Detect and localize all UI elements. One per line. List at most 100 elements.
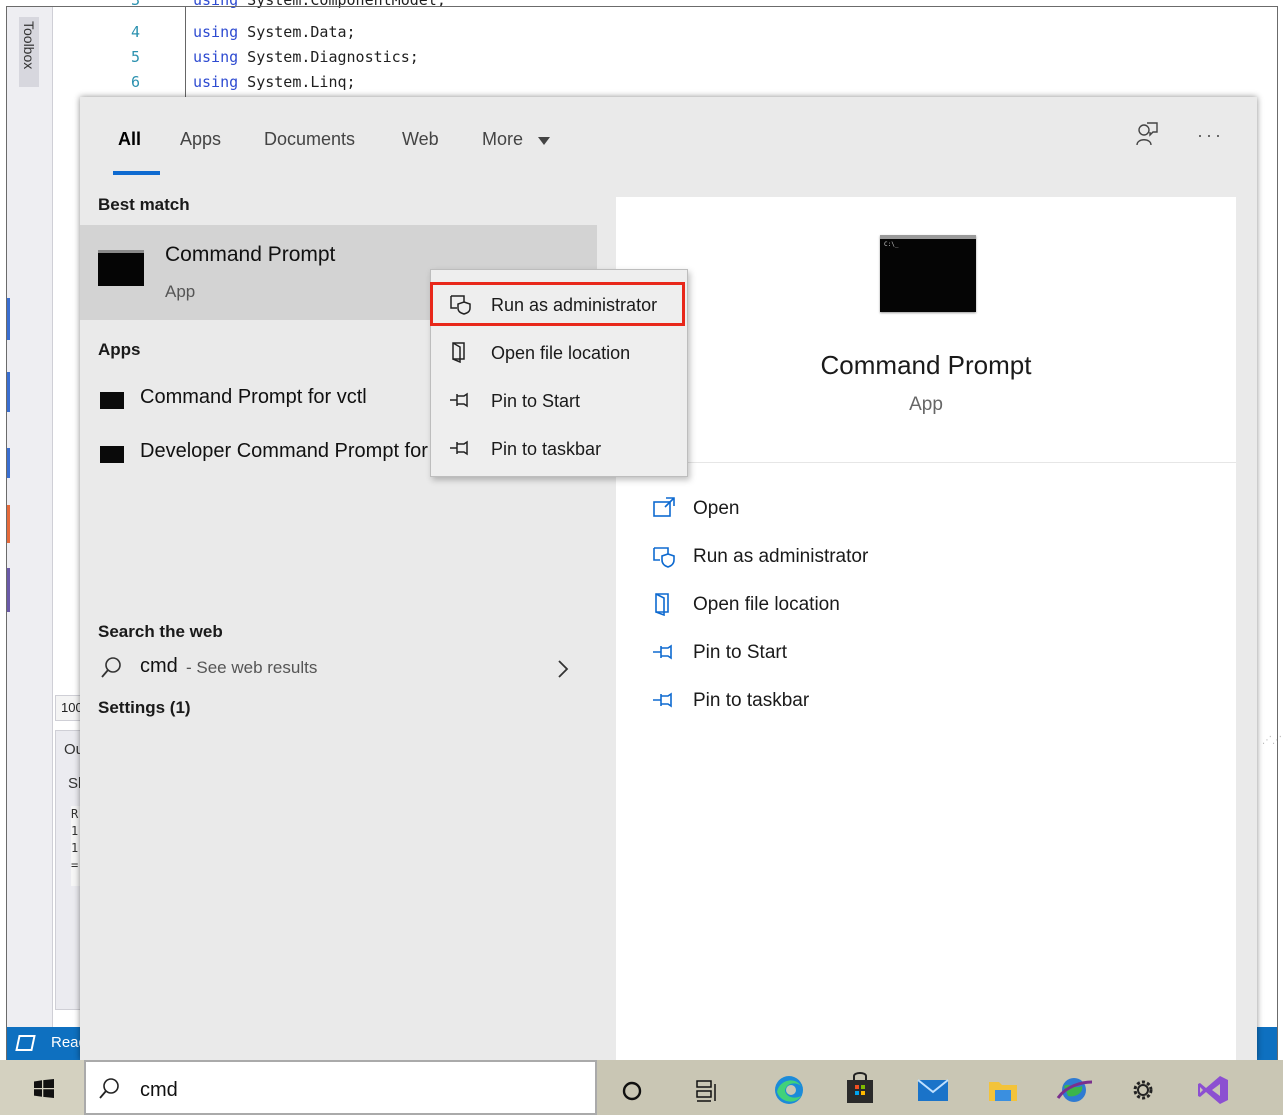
prompt-glyph: C:\_ <box>884 241 899 248</box>
command-prompt-icon: C:\_ <box>880 235 976 312</box>
preview-panel: C:\_ Command Prompt App Open Run as admi… <box>616 197 1236 1060</box>
context-item-label: Open file location <box>491 343 631 363</box>
context-pin-to-start[interactable]: Pin to Start <box>431 379 689 423</box>
code-line: 3 using System.ComponentModel; <box>60 0 660 16</box>
filter-bar: All Apps Documents Web More ··· <box>80 97 1257 180</box>
pin-icon <box>450 440 468 456</box>
pin-to-taskbar-action[interactable]: Pin to taskbar <box>616 682 1236 722</box>
store-icon[interactable] <box>834 1060 886 1115</box>
command-prompt-icon <box>98 250 144 286</box>
taskbar: cmd <box>0 1060 1283 1115</box>
context-menu: Run as administrator Open file location … <box>430 269 688 477</box>
line-number: 5 <box>130 48 140 66</box>
pin-icon <box>653 644 672 660</box>
tab-web[interactable]: Web <box>402 129 439 150</box>
pin-icon <box>653 692 672 708</box>
settings-heading[interactable]: Settings (1) <box>98 698 191 718</box>
console-app-icon <box>100 392 124 409</box>
best-match-type: App <box>165 282 196 301</box>
toolbox-strip: Toolbox <box>7 7 53 1027</box>
feedback-icon[interactable] <box>1135 121 1159 147</box>
windows-logo-icon <box>34 1079 54 1098</box>
editor-margin-marker <box>7 505 10 543</box>
folder-icon <box>655 593 669 616</box>
run-as-administrator-action[interactable]: Run as administrator <box>616 538 1236 578</box>
tab-more[interactable]: More <box>482 129 523 150</box>
cortana-icon[interactable] <box>606 1060 658 1115</box>
app-result-label: Command Prompt for vctl <box>140 386 367 408</box>
active-tab-indicator <box>113 171 160 175</box>
search-icon <box>99 1078 119 1099</box>
edge-icon[interactable] <box>763 1060 815 1115</box>
shield-icon <box>653 547 675 568</box>
ready-icon <box>15 1035 36 1051</box>
divider <box>616 462 1236 463</box>
open-icon <box>653 497 675 517</box>
pin-icon <box>450 392 468 408</box>
action-label: Pin to Start <box>693 642 787 663</box>
action-label: Open file location <box>693 594 840 615</box>
open-action[interactable]: Open <box>616 490 1236 530</box>
code-line: 4 using System.Data; <box>60 23 660 48</box>
best-match-title: Command Prompt <box>165 243 336 266</box>
folder-icon <box>452 342 465 363</box>
open-file-location-action[interactable]: Open file location <box>616 586 1236 626</box>
task-view-icon[interactable] <box>680 1060 732 1115</box>
zoom-level-box[interactable]: 100 <box>55 695 81 721</box>
preview-subtitle: App <box>909 394 943 415</box>
code-text: using System.Linq; <box>193 73 356 91</box>
context-pin-to-taskbar[interactable]: Pin to taskbar <box>431 427 689 471</box>
settings-icon[interactable] <box>1117 1060 1169 1115</box>
code-editor[interactable]: 3 using System.ComponentModel; 4 using S… <box>60 0 1277 103</box>
more-options-icon[interactable]: ··· <box>1197 125 1224 146</box>
context-open-file-location[interactable]: Open file location <box>431 331 689 375</box>
code-line: 6 using System.Linq; <box>60 73 660 98</box>
editor-margin-marker <box>7 568 10 612</box>
visual-studio-icon[interactable] <box>1188 1060 1240 1115</box>
preview-title: Command Prompt <box>820 350 1032 380</box>
file-explorer-icon[interactable] <box>977 1060 1029 1115</box>
toolbox-label: Toolbox <box>21 21 37 70</box>
tab-apps[interactable]: Apps <box>180 129 221 150</box>
code-text: using System.Diagnostics; <box>193 48 419 66</box>
search-input[interactable]: cmd <box>140 1079 178 1102</box>
code-text: using System.Data; <box>193 23 356 41</box>
editor-margin-marker <box>7 372 10 412</box>
globe-app-icon[interactable] <box>1048 1060 1100 1115</box>
web-search-result[interactable]: cmd - See web results <box>80 650 597 690</box>
code-line: 5 using System.Diagnostics; <box>60 48 660 73</box>
line-number: 3 <box>130 0 140 9</box>
web-query: cmd <box>140 655 178 677</box>
taskbar-search-box[interactable]: cmd <box>84 1060 597 1115</box>
search-panel: All Apps Documents Web More ··· Best mat… <box>80 97 1257 1060</box>
output-panel: Output Show R 1 1 = <box>55 730 81 1010</box>
web-results-hint: - See web results <box>186 658 318 677</box>
context-item-label: Pin to taskbar <box>491 439 602 459</box>
tab-all[interactable]: All <box>118 129 141 150</box>
splitter-grip[interactable]: ⋰⋰ <box>1262 735 1282 755</box>
context-item-label: Run as administrator <box>491 295 658 315</box>
output-title: Output <box>64 741 80 758</box>
start-button[interactable] <box>0 1060 84 1115</box>
action-label: Pin to taskbar <box>693 690 810 711</box>
context-run-as-administrator[interactable]: Run as administrator <box>431 283 689 327</box>
code-gutter-line <box>185 7 186 99</box>
apps-heading: Apps <box>98 340 141 359</box>
mail-icon[interactable] <box>907 1060 959 1115</box>
editor-margin-marker <box>7 448 10 478</box>
code-text: using System.ComponentModel; <box>193 0 446 9</box>
line-number: 4 <box>130 23 140 41</box>
action-label: Open <box>693 498 740 519</box>
pin-to-start-action[interactable]: Pin to Start <box>616 634 1236 674</box>
context-item-label: Pin to Start <box>491 391 581 411</box>
search-icon <box>101 657 121 678</box>
console-app-icon <box>100 446 124 463</box>
search-the-web-heading: Search the web <box>98 622 223 641</box>
caret-down-icon[interactable] <box>538 137 550 145</box>
action-label: Run as administrator <box>693 546 869 567</box>
editor-margin-marker <box>7 298 10 340</box>
tab-documents[interactable]: Documents <box>264 129 355 150</box>
chevron-right-icon[interactable] <box>555 658 571 680</box>
best-match-heading: Best match <box>98 195 190 214</box>
shield-icon <box>450 295 471 315</box>
